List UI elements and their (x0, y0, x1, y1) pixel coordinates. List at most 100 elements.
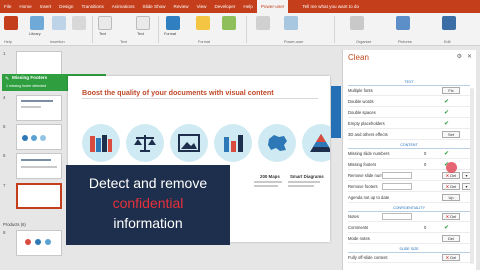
row-count: 0 (424, 225, 427, 230)
tab-file[interactable]: File (0, 0, 15, 13)
slide-thumbnail-selected[interactable] (16, 183, 62, 209)
tab-insert[interactable]: Insert (36, 0, 56, 13)
set-button[interactable]: Set (442, 131, 460, 138)
notification-icon: ✎ (5, 76, 10, 82)
slide-number: 1 (3, 51, 6, 56)
tab-view[interactable]: View (193, 0, 211, 13)
row-label: Double spaces (348, 110, 376, 115)
title-divider (82, 98, 318, 99)
slide-thumbnail[interactable] (16, 95, 62, 121)
check-icon: ✔ (444, 110, 450, 116)
group-separator (158, 16, 159, 43)
thumb-shape (40, 135, 46, 141)
clean-row-multiple-fonts: Multiple fonts Fix (348, 87, 472, 96)
delete-button[interactable]: ✕ Del (442, 254, 460, 261)
slide-thumbnail[interactable] (16, 153, 62, 179)
image-icon (170, 124, 208, 162)
thumb-text (21, 166, 57, 168)
slide-title[interactable]: Boost the quality of your documents with… (82, 88, 274, 97)
tab-review[interactable]: Review (170, 0, 193, 13)
pictures-icon[interactable] (396, 16, 410, 30)
slide-number: 7 (3, 183, 6, 188)
clean-row-3d-effects: 3D and others effects Set (348, 131, 472, 140)
text-icon[interactable] (98, 16, 112, 30)
group-label-insertion: Insertion (50, 40, 65, 44)
group-label-power-user: Power-user (284, 40, 304, 44)
ribbon: Library Text Text Format Help Insertion … (0, 13, 480, 46)
clean-row-missing-slide-numbers: Missing slide numbers 0 ✔ (348, 150, 472, 159)
section-header-text: TEXT (404, 80, 414, 84)
delete-icon: ✕ (445, 214, 450, 219)
insert-shape-icon[interactable] (72, 16, 86, 30)
group-label-organize: Organize (356, 40, 372, 44)
thumb-shape (25, 239, 31, 245)
group-separator (334, 16, 335, 43)
slide-numbers-dropdown[interactable] (382, 172, 412, 179)
clean-row-remove-footers: Remove footers ✕ Del ▾ (348, 183, 472, 192)
text-box-button-label: Text (137, 32, 144, 36)
format-icon[interactable] (166, 16, 180, 30)
tab-animations[interactable]: Animations (108, 0, 139, 13)
callout-line-3: information (113, 215, 183, 231)
delete-icon: ✕ (445, 255, 450, 260)
delete-button[interactable]: ✕ Del (442, 172, 460, 179)
fix-button[interactable]: Fix (442, 87, 460, 94)
thumb-text (21, 159, 51, 161)
delete-button[interactable]: Del (442, 235, 460, 242)
insert-icon[interactable] (52, 16, 66, 30)
clean-row-agenda: Agenda not up to date Up (348, 194, 472, 203)
gear-icon[interactable]: ⚙ (457, 53, 462, 60)
close-icon[interactable]: ✕ (467, 53, 472, 60)
library-icon[interactable] (30, 16, 44, 30)
caption-maps: 200 Maps (260, 174, 280, 179)
tell-me-box[interactable]: Tell me what you want to do (302, 4, 359, 9)
clean-row-double-words: Double words ✔ (348, 98, 472, 107)
text-box-icon[interactable] (136, 16, 150, 30)
slide-number: 8 (3, 230, 6, 235)
row-label: Agenda not up to date (348, 195, 390, 200)
organize-icon[interactable] (350, 16, 364, 30)
slide-thumbnail[interactable] (16, 230, 62, 256)
callout-line-1: Detect and remove (88, 175, 208, 191)
notification-subtitle: 1 missing footer detected (6, 84, 47, 88)
update-button[interactable]: Up (442, 194, 460, 201)
color-icon[interactable] (196, 16, 210, 30)
row-label: Comments (348, 225, 369, 230)
footers-dropdown[interactable] (382, 183, 412, 190)
ribbon-tab-bar: File Home Insert Design Transitions Anim… (0, 0, 480, 13)
notes-dropdown[interactable] (382, 213, 412, 220)
caption-text-line (254, 185, 278, 187)
tab-transitions[interactable]: Transitions (77, 0, 107, 13)
tab-design[interactable]: Design (55, 0, 77, 13)
tab-home[interactable]: Home (15, 0, 35, 13)
row-label: Notes (348, 214, 359, 219)
row-label: Multiple fonts (348, 88, 373, 93)
tab-slide-show[interactable]: Slide Show (139, 0, 170, 13)
cursor-highlight (446, 162, 457, 173)
section-header-content: CONTENT (400, 143, 418, 147)
group-label-format: Format (198, 40, 211, 44)
row-label: Remove footers (348, 184, 378, 189)
clean-row-off-slide-content: Fully off-slide content ✕ Del (348, 254, 472, 263)
delete-button[interactable]: ✕ Del (442, 183, 460, 190)
shapes-icon[interactable] (222, 16, 236, 30)
row-label: Mode notes (348, 236, 370, 241)
caption-text-line (288, 185, 314, 187)
edit-icon[interactable] (442, 16, 456, 30)
clean-pane-scrollbar[interactable] (470, 88, 474, 264)
notification-title: Missing Footers (12, 75, 48, 80)
power-user-icon[interactable] (256, 16, 270, 30)
help-icon[interactable] (4, 16, 18, 30)
section-divider (348, 148, 470, 149)
delete-button[interactable]: ✕ Del (442, 213, 460, 220)
align-icon[interactable] (284, 16, 298, 30)
thumb-shape (22, 135, 28, 141)
slide-thumbnail[interactable] (16, 124, 62, 150)
format-button-label: Format (164, 32, 177, 36)
tab-developer[interactable]: Developer (210, 0, 239, 13)
tab-power-user[interactable]: Power-user (256, 0, 289, 13)
slide-number: 5 (3, 124, 6, 129)
callout-line-2: confidential (112, 195, 184, 211)
slide-number: 4 (3, 95, 6, 100)
tab-help[interactable]: Help (239, 0, 256, 13)
